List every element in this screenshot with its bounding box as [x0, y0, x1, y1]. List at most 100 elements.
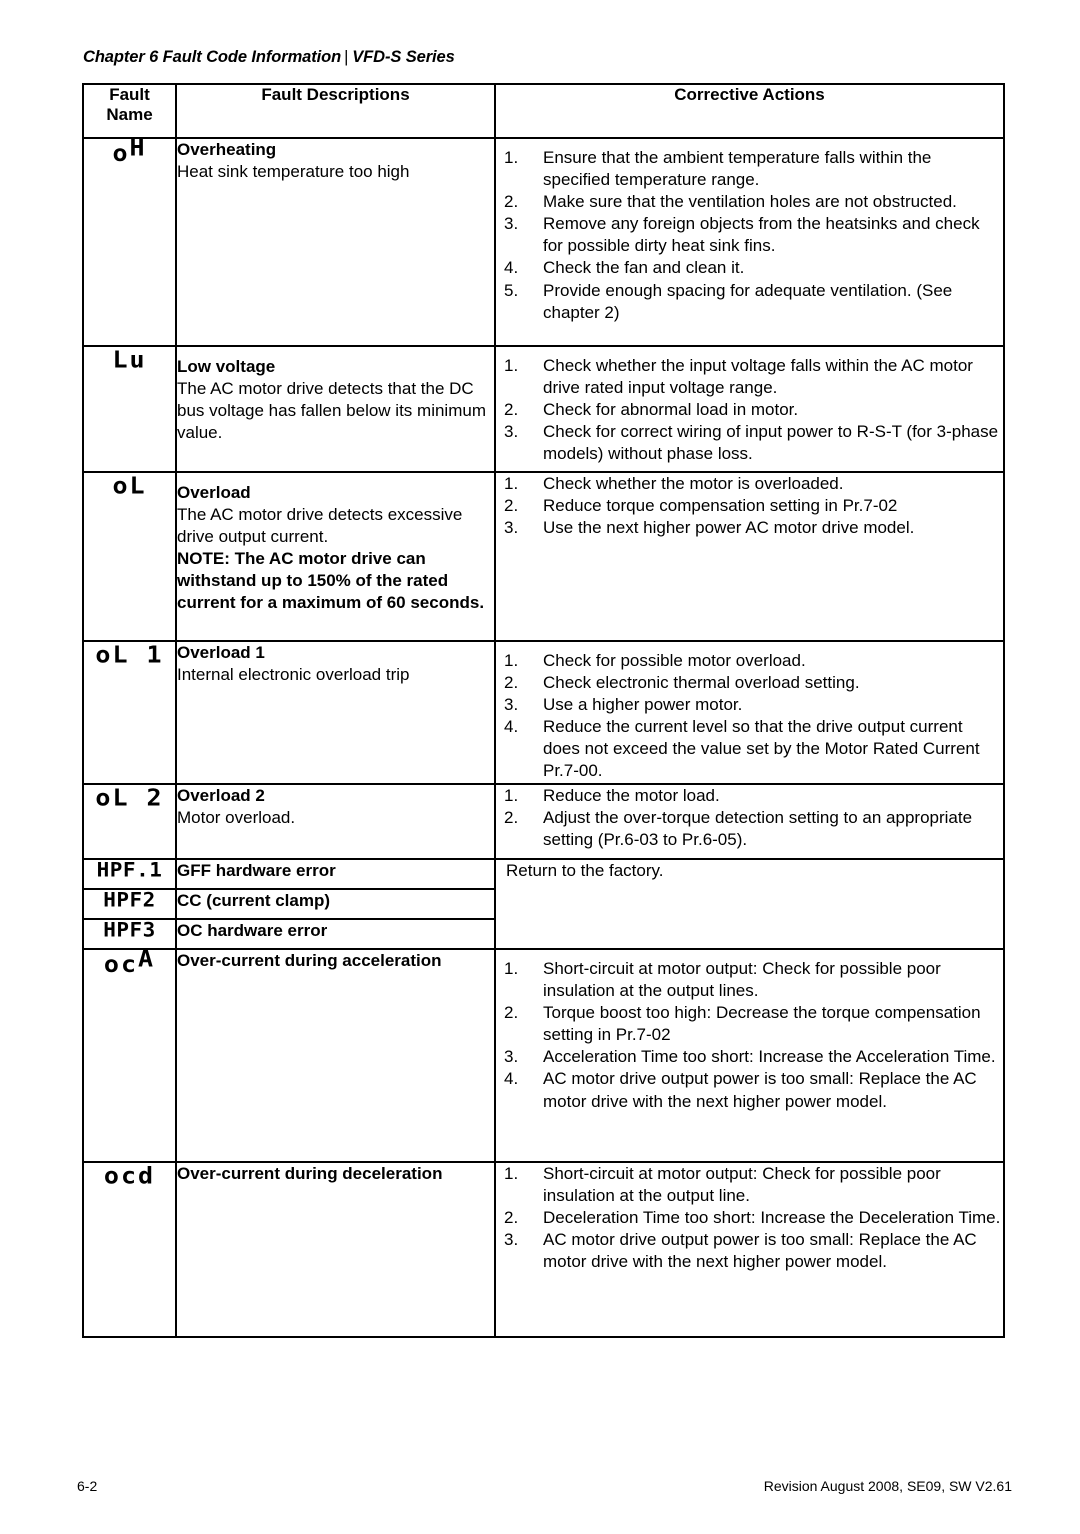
fault-title: Over-current during acceleration [177, 951, 442, 970]
action-item: 1. Reduce the motor load. [496, 785, 1003, 807]
fault-body: Heat sink temperature too high [177, 162, 410, 182]
fault-code-cell: HPF2 [82, 888, 177, 920]
action-number: 2. [504, 808, 519, 828]
action-number: 1. [504, 959, 519, 978]
action-number: 5. [504, 280, 519, 300]
action-text: Provide enough spacing for adequate vent… [543, 280, 953, 322]
actions-list: 1. Ensure that the ambient temperature fa… [496, 147, 1003, 324]
fault-title: OC hardware error [177, 921, 328, 940]
fault-code-glyph: ocA [103, 945, 156, 978]
running-header-series: VFD-S Series [352, 48, 455, 66]
fault-code-table: Fault Name Fault Descriptions Corrective… [82, 83, 1005, 1338]
page-footer: 6-2 Revision August 2008, SE09, SW V2.61 [0, 1478, 1080, 1502]
fault-code-cell: oL 2 [82, 783, 177, 860]
table-row: HPF.1 GFF hardware error Return to the f… [82, 858, 1005, 950]
action-item: 3. Acceleration Time too short: Increase … [496, 1046, 1003, 1068]
action-number: 2. [504, 192, 519, 212]
actions-list: 1. Check whether the motor is overloaded.… [496, 473, 1003, 539]
fault-code-cell: oH [82, 136, 177, 347]
action-number: 4. [504, 1069, 519, 1089]
action-text: Deceleration Time too short: Increase th… [543, 1208, 1001, 1228]
action-text: Reduce the motor load. [543, 786, 720, 805]
actions-list: 1. Short-circuit at motor output: Check f… [496, 1163, 1003, 1273]
action-text: Acceleration Time too short: Increase th… [543, 1047, 996, 1067]
fault-code-cell: ocd [82, 1161, 177, 1338]
action-text: Check electronic thermal overload settin… [543, 673, 860, 693]
fault-code-glyph: HPF.1 [96, 859, 163, 882]
action-item: 2. Adjust the over-torque detection setti… [496, 807, 1003, 851]
action-item: 4. AC motor drive output power is too sma… [496, 1068, 1003, 1112]
corrective-actions-cell: 1. Check whether the motor is overloaded.… [494, 471, 1005, 642]
action-text: Check the fan and clean it. [543, 258, 745, 278]
column-header-fault-descriptions: Fault Descriptions [175, 83, 496, 139]
table-row: ocd Over-current during deceleration 1. S… [82, 1161, 1005, 1338]
action-number: 1. [504, 651, 519, 670]
corrective-actions-cell: Return to the factory. [494, 858, 1005, 950]
action-number: 3. [504, 1047, 519, 1067]
column-header-fault-name-line1: Fault [109, 85, 150, 104]
action-item: 3. Check for correct wiring of input powe… [496, 421, 1003, 465]
page-number: 6-2 [77, 1478, 98, 1494]
fault-title: Overload [177, 483, 251, 502]
action-number: 1. [504, 1164, 519, 1183]
action-text: Check whether the input voltage falls wi… [543, 356, 973, 398]
fault-code-glyph: oL 1 [95, 641, 164, 668]
running-header-chapter: Chapter 6 Fault Code Information [83, 48, 342, 66]
action-item: 2. Torque boost too high: Decrease the to… [496, 1002, 1003, 1046]
table-row: Lu Low voltage The AC motor drive detect… [82, 345, 1005, 473]
corrective-actions-cell: 1. Check whether the input voltage falls … [494, 345, 1005, 473]
action-item: 4. Check the fan and clean it. [496, 257, 1003, 279]
action-item: 1. Ensure that the ambient temperature fa… [496, 147, 1003, 191]
fault-code-glyph: HPF2 [103, 889, 156, 912]
action-number: 1. [504, 356, 519, 375]
corrective-actions-cell: 1. Short-circuit at motor output: Check f… [494, 948, 1005, 1163]
running-header: Chapter 6 Fault Code Information | VFD-S S… [83, 48, 455, 67]
action-number: 2. [504, 400, 519, 420]
table-row: ocA Over-current during acceleration 1. S… [82, 945, 1005, 1163]
fault-body: The AC motor drive detects excessive dri… [177, 505, 463, 547]
fault-body: Motor overload. [177, 808, 296, 828]
action-item: 2. Make sure that the ventilation holes a… [496, 191, 1003, 213]
table-header-row: Fault Name Fault Descriptions Corrective… [82, 83, 1005, 139]
action-number: 3. [504, 214, 519, 234]
document-page: Chapter 6 Fault Code Information | VFD-S S… [0, 0, 1080, 1534]
action-number: 1. [504, 474, 519, 493]
action-text: Return to the factory. [506, 861, 664, 880]
fault-body: The AC motor drive detects that the DC b… [177, 379, 486, 443]
corrective-actions-cell: 1. Reduce the motor load. 2. Adjust the ov… [494, 783, 1005, 860]
action-item: 2. Deceleration Time too short: Increase … [496, 1207, 1003, 1229]
fault-description-cell: Overload 2 Motor overload. [175, 783, 496, 860]
fault-note: NOTE: The AC motor drive can withstand u… [177, 549, 485, 613]
action-text: Check for possible motor overload. [543, 651, 806, 670]
action-item: 3. Remove any foreign objects from the he… [496, 213, 1003, 257]
fault-title: CC (current clamp) [177, 891, 331, 910]
fault-body: Internal electronic overload trip [177, 665, 410, 685]
fault-title: Overheating [177, 140, 277, 159]
action-item: 1. Check whether the motor is overloaded. [496, 473, 1003, 495]
action-text: Check for correct wiring of input power … [543, 422, 999, 464]
fault-description-cell: Over-current during deceleration [175, 1161, 496, 1338]
fault-code-glyph: oL [112, 472, 147, 499]
action-text: Short-circuit at motor output: Check for… [543, 959, 941, 1001]
fault-code-glyph: ocd [103, 1162, 156, 1189]
fault-title: GFF hardware error [177, 861, 336, 880]
column-header-fault-name: Fault Name [82, 83, 177, 139]
action-text: Check for abnormal load in motor. [543, 400, 799, 420]
action-text: Remove any foreign objects from the heat… [543, 214, 980, 256]
actions-list: 1. Reduce the motor load. 2. Adjust the ov… [496, 785, 1003, 851]
action-item: 1. Short-circuit at motor output: Check f… [496, 958, 1003, 1002]
action-number: 2. [504, 496, 519, 516]
fault-code-cell: ocA [82, 945, 177, 1163]
table-row: oL Overload The AC motor drive detects e… [82, 471, 1005, 642]
action-item: 3. AC motor drive output power is too sma… [496, 1229, 1003, 1273]
action-number: 2. [504, 1003, 519, 1023]
action-item: 4. Reduce the current level so that the d… [496, 716, 1003, 782]
action-text: AC motor drive output power is too small… [543, 1069, 977, 1111]
action-item: 3. Use the next higher power AC motor dri… [496, 517, 1003, 539]
action-item: 3. Use a higher power motor. [496, 694, 1003, 716]
action-number: 3. [504, 1230, 519, 1250]
table-row: oH Overheating Heat sink temperature too… [82, 136, 1005, 347]
actions-list: 1. Check whether the input voltage falls … [496, 355, 1003, 465]
action-text: Torque boost too high: Decrease the torq… [543, 1003, 981, 1045]
action-text: Adjust the over-torque detection setting… [543, 808, 973, 850]
